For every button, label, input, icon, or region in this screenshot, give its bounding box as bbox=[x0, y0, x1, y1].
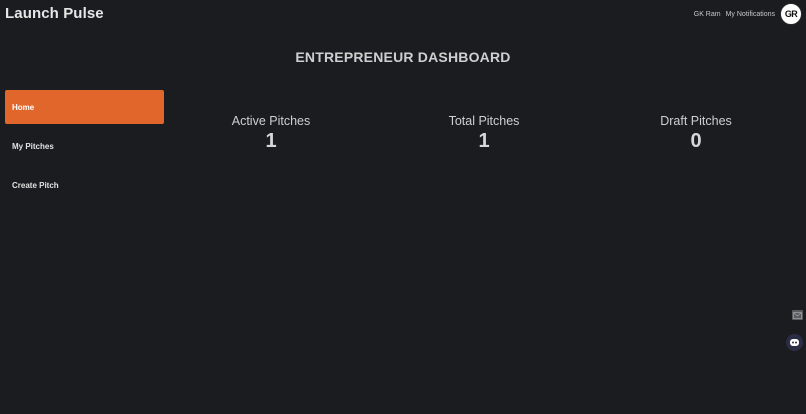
stat-label: Total Pitches bbox=[448, 114, 520, 128]
sidebar-item-label: Home bbox=[12, 102, 35, 112]
notifications-link[interactable]: My Notifications bbox=[726, 11, 775, 18]
stat-total-pitches: Total Pitches 1 bbox=[404, 114, 564, 153]
chat-bot-icon[interactable] bbox=[786, 334, 803, 351]
stat-label: Draft Pitches bbox=[660, 114, 732, 128]
mail-glyph bbox=[793, 311, 802, 319]
sidebar-item-label: Create Pitch bbox=[12, 180, 59, 190]
stat-value: 1 bbox=[265, 130, 277, 152]
avatar[interactable]: GR bbox=[780, 3, 802, 25]
user-name-link[interactable]: GK Ram bbox=[694, 11, 721, 18]
mail-icon[interactable] bbox=[792, 310, 803, 320]
app-root: Launch Pulse GK Ram My Notifications GR … bbox=[0, 0, 806, 414]
sidebar-item-label: My Pitches bbox=[12, 141, 54, 151]
stat-value: 0 bbox=[690, 130, 702, 152]
sidebar-item-home[interactable]: Home bbox=[5, 90, 164, 124]
stat-label: Active Pitches bbox=[231, 114, 311, 128]
bot-glyph bbox=[790, 339, 799, 346]
page-title: ENTREPRENEUR DASHBOARD bbox=[295, 49, 511, 65]
sidebar: Home My Pitches Create Pitch bbox=[5, 90, 164, 207]
stat-value: 1 bbox=[478, 130, 490, 152]
sidebar-item-create-pitch[interactable]: Create Pitch bbox=[5, 168, 164, 202]
avatar-initials: GR bbox=[784, 9, 798, 19]
app-logo-title[interactable]: Launch Pulse bbox=[5, 5, 104, 22]
stat-draft-pitches: Draft Pitches 0 bbox=[616, 114, 776, 153]
top-bar-right: GK Ram My Notifications GR bbox=[694, 3, 802, 25]
stat-active-pitches: Active Pitches 1 bbox=[191, 114, 351, 153]
sidebar-item-my-pitches[interactable]: My Pitches bbox=[5, 129, 164, 163]
